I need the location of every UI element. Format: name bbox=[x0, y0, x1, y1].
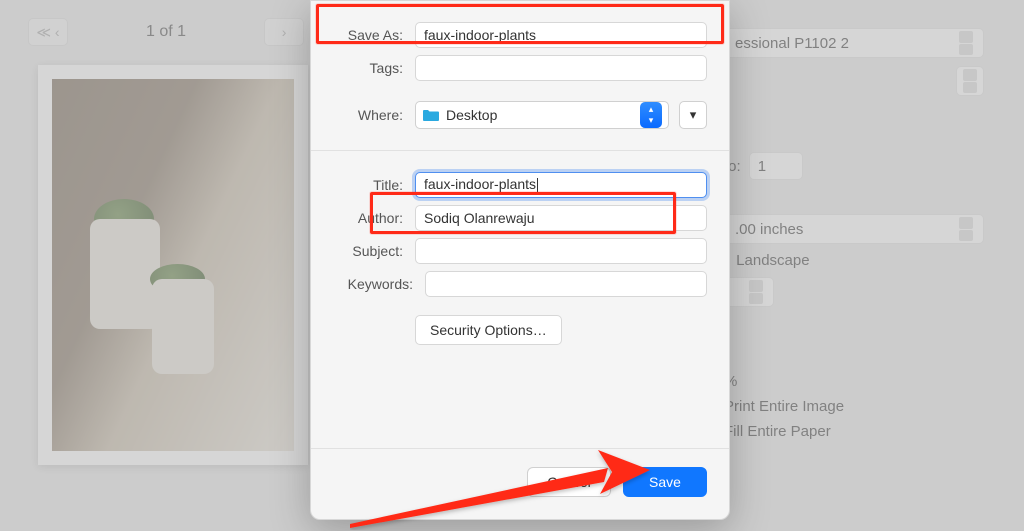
save-as-label: Save As: bbox=[333, 27, 403, 43]
where-label: Where: bbox=[333, 107, 403, 123]
where-expand-button[interactable]: ▾ bbox=[679, 101, 707, 129]
page-indicator: 1 of 1 bbox=[146, 23, 186, 41]
stepper-icon bbox=[963, 69, 977, 93]
title-value: faux-indoor-plants bbox=[424, 176, 538, 193]
copies-to-input[interactable]: 1 bbox=[749, 152, 803, 180]
where-value: Desktop bbox=[446, 107, 634, 123]
presets-select[interactable] bbox=[956, 66, 984, 96]
stepper-icon bbox=[749, 280, 763, 304]
paper-size-select[interactable]: .00 inches bbox=[724, 214, 984, 244]
print-options-panel: essional P1102 2 to: 1 .00 inches ] Lan bbox=[724, 28, 984, 440]
subject-input[interactable] bbox=[415, 238, 707, 264]
scale-select[interactable] bbox=[724, 277, 774, 307]
fill-entire-paper-label: Fill Entire Paper bbox=[724, 423, 831, 440]
save-sheet: Save As: faux-indoor-plants Tags: Where:… bbox=[310, 0, 730, 520]
printer-select[interactable]: essional P1102 2 bbox=[724, 28, 984, 58]
tags-label: Tags: bbox=[333, 60, 403, 76]
save-as-input[interactable]: faux-indoor-plants bbox=[415, 22, 707, 48]
keywords-input[interactable] bbox=[425, 271, 707, 297]
tags-input[interactable] bbox=[415, 55, 707, 81]
title-label: Title: bbox=[333, 177, 403, 193]
subject-label: Subject: bbox=[333, 243, 403, 259]
keywords-label: Keywords: bbox=[333, 276, 413, 292]
author-value: Sodiq Olanrewaju bbox=[424, 210, 535, 226]
print-preview bbox=[38, 65, 308, 465]
stepper-icon bbox=[959, 217, 973, 241]
author-label: Author: bbox=[333, 210, 403, 226]
chevron-right-icon: › bbox=[282, 24, 287, 40]
save-as-value: faux-indoor-plants bbox=[424, 27, 536, 43]
preview-image bbox=[52, 79, 294, 451]
next-page-button[interactable]: › bbox=[264, 18, 304, 46]
print-entire-image-label: Print Entire Image bbox=[724, 398, 844, 415]
where-select[interactable]: Desktop ▴▾ bbox=[415, 101, 669, 129]
prev-page-button[interactable]: ≪ ‹ bbox=[28, 18, 68, 46]
copies-to-value: 1 bbox=[758, 158, 766, 175]
chevron-left-double-icon: ≪ ‹ bbox=[36, 24, 59, 41]
cancel-button[interactable]: Cancel bbox=[527, 467, 611, 497]
save-button[interactable]: Save bbox=[623, 467, 707, 497]
paper-size-value: .00 inches bbox=[735, 221, 803, 238]
orientation-label: Landscape bbox=[736, 252, 809, 269]
title-input[interactable]: faux-indoor-plants bbox=[415, 172, 707, 198]
folder-icon bbox=[422, 108, 440, 122]
printer-name: essional P1102 2 bbox=[735, 35, 849, 52]
author-input[interactable]: Sodiq Olanrewaju bbox=[415, 205, 707, 231]
security-options-button[interactable]: Security Options… bbox=[415, 315, 562, 345]
where-stepper-icon: ▴▾ bbox=[640, 102, 662, 128]
stepper-icon bbox=[959, 31, 973, 55]
chevron-down-icon: ▾ bbox=[690, 107, 697, 123]
